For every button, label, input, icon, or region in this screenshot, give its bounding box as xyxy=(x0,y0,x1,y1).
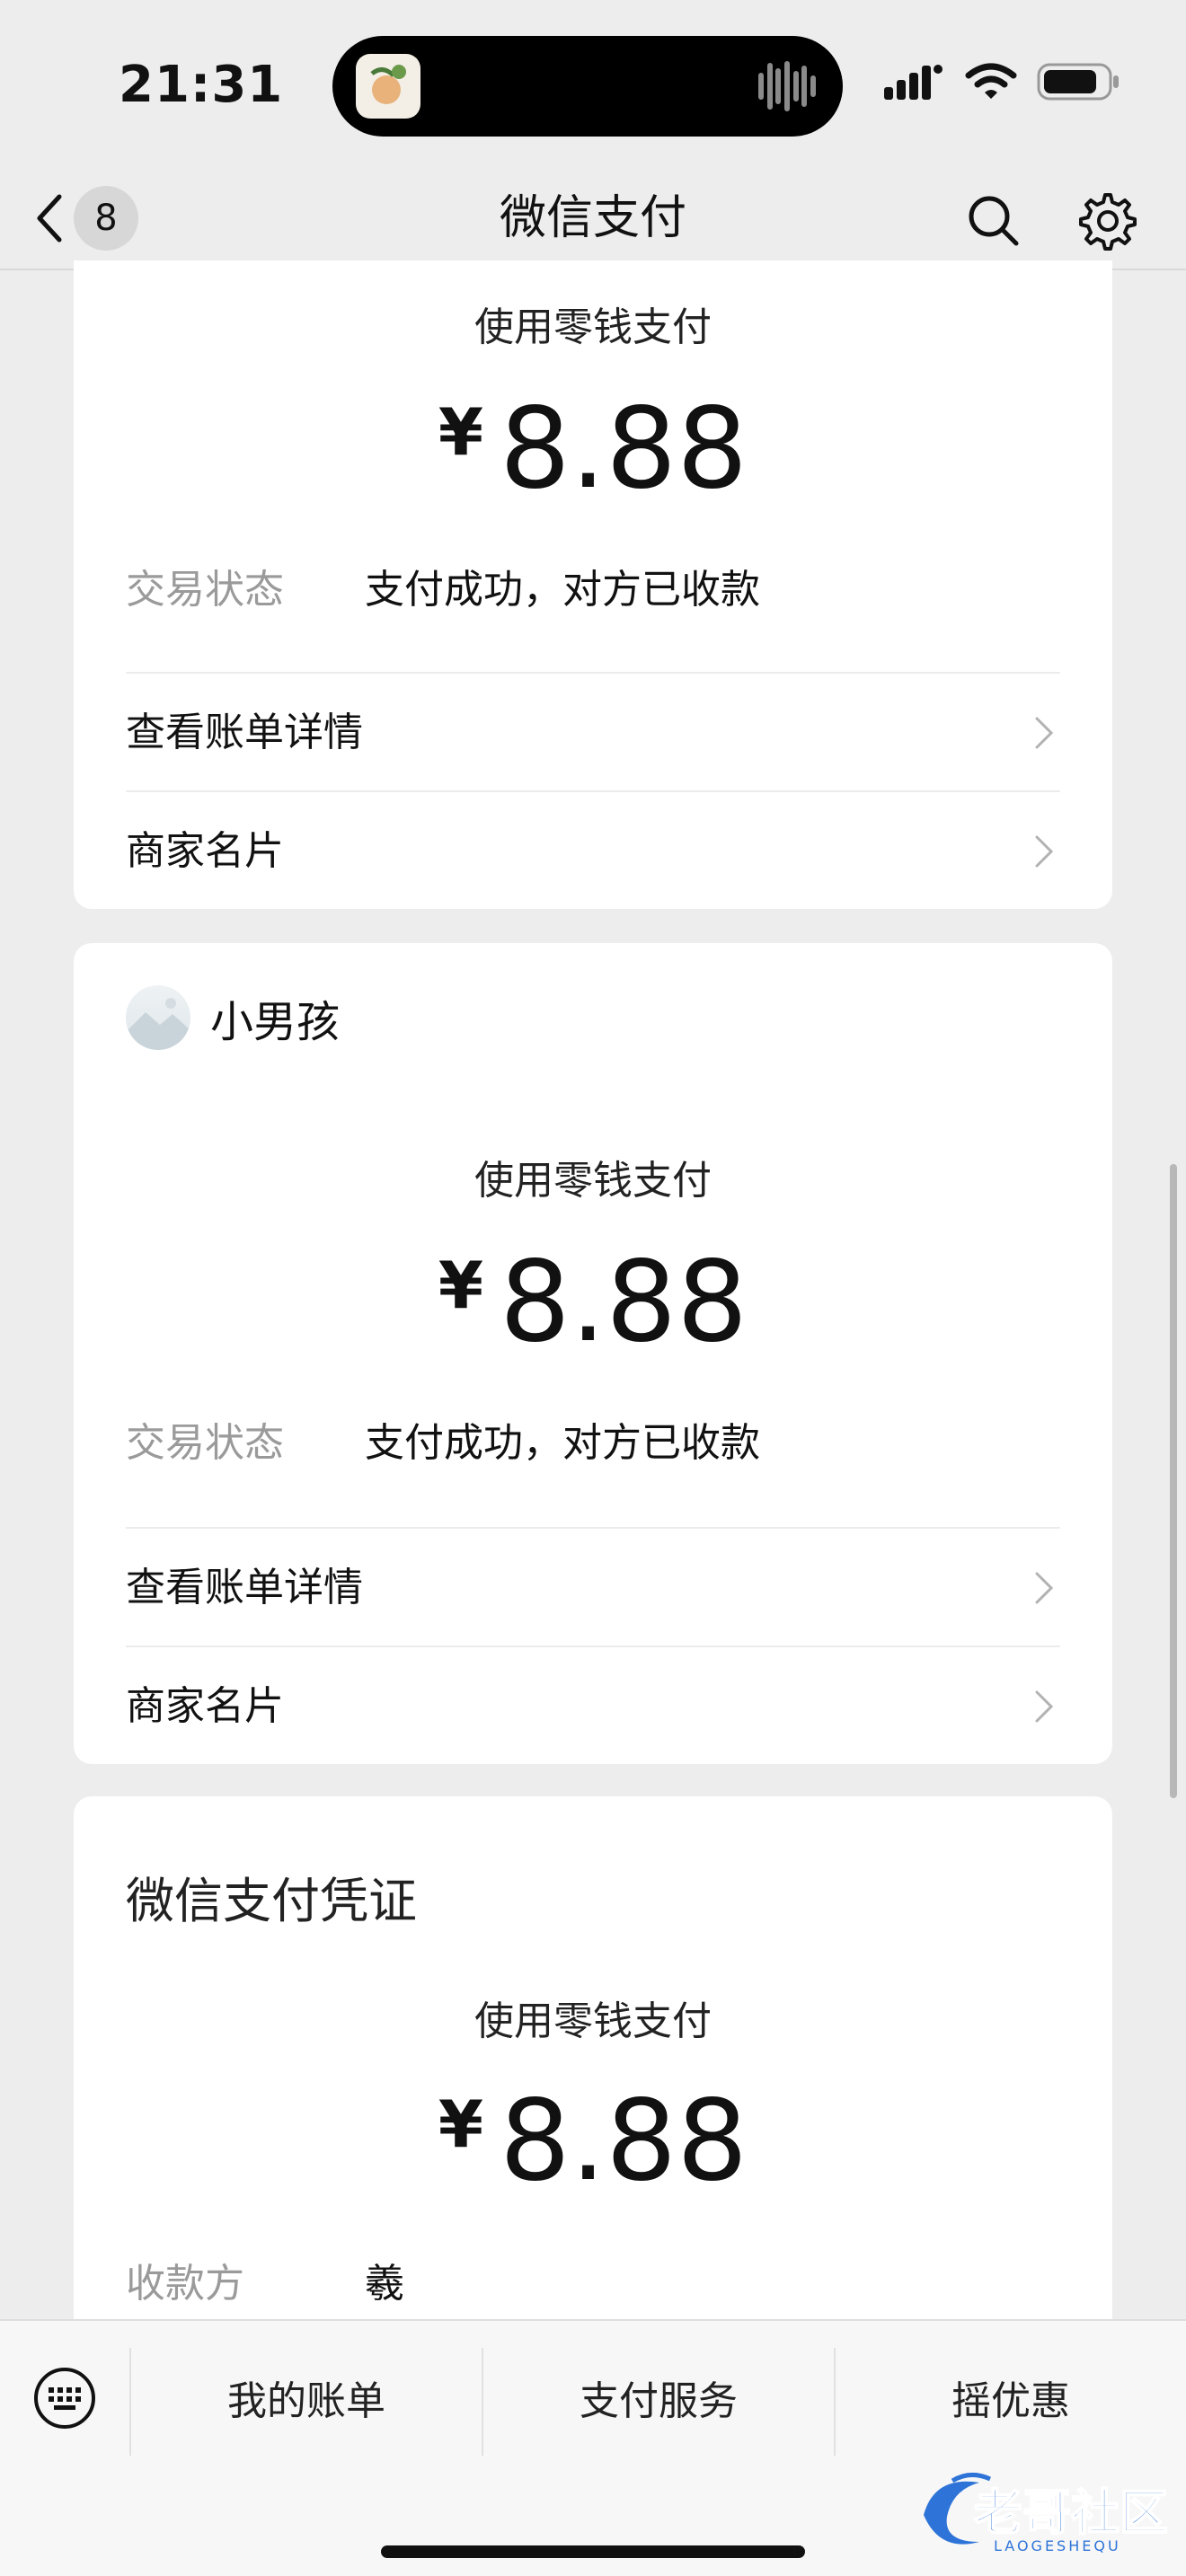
merchant-card-row[interactable]: 商家名片 xyxy=(126,790,1060,909)
home-indicator[interactable] xyxy=(381,2545,805,2558)
nav-bar: 8 微信支付 xyxy=(0,166,1186,270)
bill-details-label: 查看账单详情 xyxy=(126,710,363,755)
merchant-card-label: 商家名片 xyxy=(126,828,284,874)
payment-method: 使用零钱支付 xyxy=(474,304,712,350)
chevron-right-icon xyxy=(1035,1690,1054,1723)
svg-text:LAOGESHEQU: LAOGESHEQU xyxy=(994,2537,1121,2554)
currency-symbol: ¥ xyxy=(438,394,483,470)
payment-card-1: 使用零钱支付 ¥8.88 交易状态 支付成功，对方已收款 查看账单详情 商家名片 xyxy=(74,260,1112,909)
watermark-logo: 老哥社区 LAOGESHEQU xyxy=(924,2473,1169,2554)
amount-value: 8.88 xyxy=(500,384,748,514)
transaction-status: 交易状态 支付成功，对方已收款 xyxy=(126,1410,1060,1466)
dynamic-island[interactable] xyxy=(332,36,843,137)
payee-label: 收款方 xyxy=(126,2261,244,2307)
payment-method: 使用零钱支付 xyxy=(474,1158,712,1204)
cellular-signal-icon xyxy=(884,65,943,100)
payment-amount: ¥8.88 xyxy=(74,393,1112,505)
currency-symbol: ¥ xyxy=(438,1248,483,1323)
payment-voucher-card: 微信支付凭证 使用零钱支付 ¥8.88 收款方 羲 xyxy=(74,1796,1112,2335)
payee-value: 羲 xyxy=(365,2261,404,2307)
status-bar: 21:31 xyxy=(0,0,1186,166)
chevron-right-icon xyxy=(1035,1572,1054,1604)
bill-details-label: 查看账单详情 xyxy=(126,1565,363,1610)
menu-payment-services[interactable]: 支付服务 xyxy=(482,2348,834,2456)
currency-symbol: ¥ xyxy=(438,2086,483,2162)
bill-details-row[interactable]: 查看账单详情 xyxy=(126,1527,1060,1645)
payee-field: 收款方 羲 xyxy=(126,2251,1060,2307)
bill-details-row[interactable]: 查看账单详情 xyxy=(126,672,1060,790)
battery-icon xyxy=(1037,63,1119,101)
chevron-right-icon xyxy=(1035,717,1054,749)
payment-amount: ¥8.88 xyxy=(74,1247,1112,1358)
status-time: 21:31 xyxy=(119,56,284,114)
merchant-header[interactable]: 小男孩 xyxy=(126,984,340,1051)
payment-amount: ¥8.88 xyxy=(74,2086,1112,2197)
status-value: 支付成功，对方已收款 xyxy=(365,1420,760,1466)
payment-method: 使用零钱支付 xyxy=(474,1998,712,2044)
merchant-card-label: 商家名片 xyxy=(126,1683,284,1729)
island-app-icon[interactable] xyxy=(356,54,420,119)
status-label: 交易状态 xyxy=(126,567,284,613)
search-icon[interactable] xyxy=(966,193,1020,247)
wifi-icon xyxy=(965,63,1017,99)
svg-text:老哥社区: 老哥社区 xyxy=(974,2484,1168,2541)
scroll-indicator[interactable] xyxy=(1170,1164,1177,1798)
keyboard-icon[interactable] xyxy=(32,2366,97,2430)
merchant-card-row[interactable]: 商家名片 xyxy=(126,1645,1060,1764)
payment-card-2: 小男孩 使用零钱支付 ¥8.88 交易状态 支付成功，对方已收款 查看账单详情 … xyxy=(74,943,1112,1764)
status-label: 交易状态 xyxy=(126,1420,284,1466)
status-value: 支付成功，对方已收款 xyxy=(365,567,760,613)
audio-wave-icon xyxy=(758,61,816,111)
amount-value: 8.88 xyxy=(500,1238,748,1367)
merchant-name: 小男孩 xyxy=(210,997,341,1047)
gear-icon[interactable] xyxy=(1074,190,1137,252)
menu-my-bills[interactable]: 我的账单 xyxy=(129,2348,482,2456)
menu-shake-deals[interactable]: 摇优惠 xyxy=(834,2348,1186,2456)
voucher-title: 微信支付凭证 xyxy=(126,1873,417,1929)
transaction-status: 交易状态 支付成功，对方已收款 xyxy=(126,557,1060,613)
chevron-right-icon xyxy=(1035,835,1054,868)
avatar xyxy=(126,985,190,1050)
amount-value: 8.88 xyxy=(500,2077,748,2206)
